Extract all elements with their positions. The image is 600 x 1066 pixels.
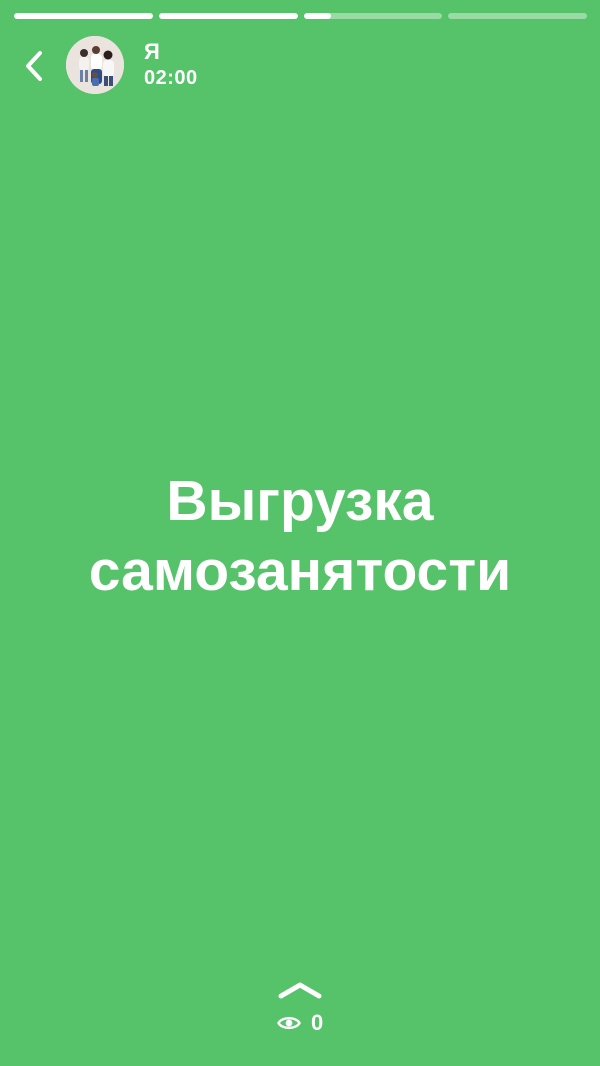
user-name[interactable]: Я <box>144 40 160 64</box>
eye-icon <box>277 1016 301 1030</box>
progress-segment-4 <box>448 13 587 19</box>
chevron-left-icon <box>26 51 42 81</box>
progress-fill-3 <box>303 13 332 19</box>
story-title: Выгрузка самозанятости <box>0 466 600 606</box>
back-button[interactable] <box>18 46 52 86</box>
swipe-up-button[interactable] <box>276 978 324 1002</box>
avatar[interactable] <box>66 36 124 94</box>
views-count: 0 <box>311 1010 324 1035</box>
progress-segment-2 <box>158 13 298 19</box>
story-header: Я 02:00 <box>0 36 600 96</box>
progress-segment-3 <box>303 13 443 19</box>
chevron-up-icon <box>278 982 322 999</box>
story-title-line-1: Выгрузка <box>166 469 434 533</box>
story-progress-bar <box>14 13 587 19</box>
progress-fill-1 <box>14 13 153 19</box>
progress-segment-1 <box>14 13 153 19</box>
user-avatar-image <box>66 36 124 94</box>
progress-fill-2 <box>158 13 298 19</box>
views-counter[interactable]: 0 <box>277 1010 323 1036</box>
story-time: 02:00 <box>144 67 198 89</box>
story-title-line-2: самозанятости <box>88 539 512 603</box>
